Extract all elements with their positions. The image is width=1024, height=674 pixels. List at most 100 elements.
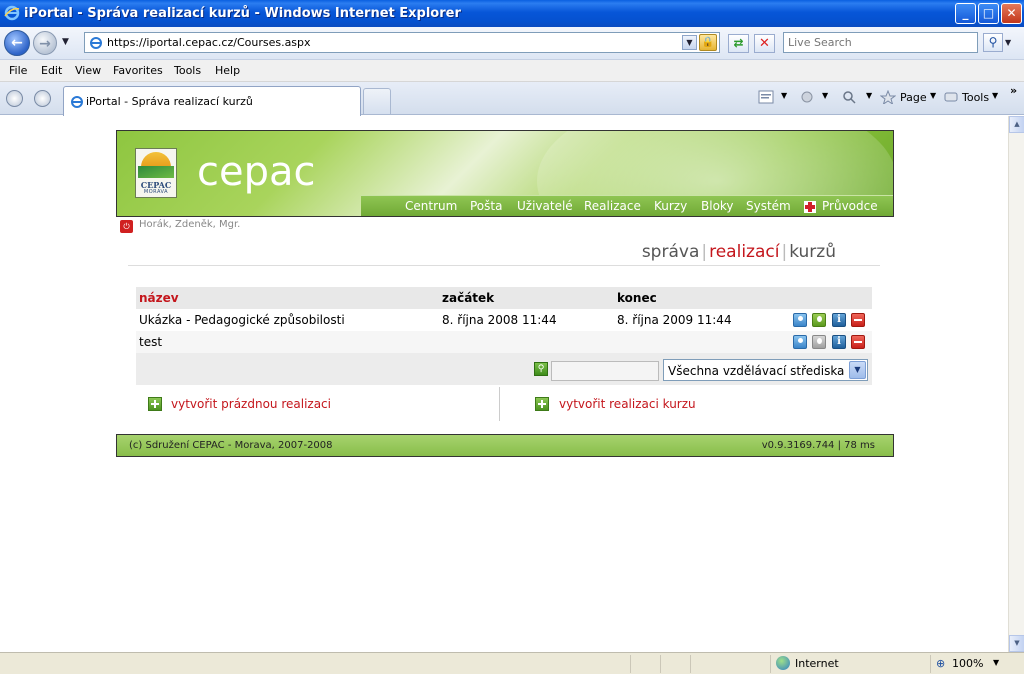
create-course-realization-link[interactable]: vytvořit realizaci kurzu [559, 397, 696, 411]
status-bar: Internet ⊕ 100% ▼ [0, 652, 1024, 674]
mail-dropdown-icon[interactable]: ▼ [822, 91, 828, 100]
refresh-icon: ⇄ [733, 36, 744, 50]
participants-icon[interactable] [793, 313, 807, 327]
page-title: správa | realizací | kurzů [642, 242, 836, 262]
history-dropdown-icon[interactable]: ▼ [62, 37, 69, 47]
column-start[interactable]: začátek [442, 291, 494, 305]
tab-active[interactable]: iPortal - Správa realizací kurzů [63, 86, 361, 116]
new-tab-button[interactable] [363, 88, 391, 114]
action-links: vytvořit prázdnou realizaci vytvořit rea… [136, 385, 872, 423]
actions-divider [499, 387, 500, 421]
page-title-part-3: kurzů [789, 242, 836, 262]
main-nav: Centrum Pošta Uživatelé Realizace Kurzy … [361, 195, 893, 216]
scroll-up-icon[interactable]: ▲ [1009, 116, 1024, 133]
menu-help[interactable]: Help [215, 64, 240, 77]
tools-dropdown-icon[interactable]: ▼ [992, 91, 998, 100]
nav-system[interactable]: Systém [746, 199, 791, 213]
menu-favorites[interactable]: Favorites [113, 64, 163, 77]
address-bar[interactable]: https://iportal.cepac.cz/Courses.aspx ▼ … [84, 32, 720, 53]
favorites-center-icon[interactable] [6, 90, 23, 107]
activate-bulb-icon[interactable] [812, 313, 826, 327]
feeds-icon[interactable] [758, 90, 774, 104]
tools-menu-icon[interactable] [943, 90, 959, 104]
status-cell [770, 655, 771, 673]
info-icon[interactable]: i [832, 335, 846, 349]
refresh-button[interactable]: ⇄ [728, 34, 749, 53]
participants-icon[interactable] [793, 335, 807, 349]
page-menu[interactable]: Page [900, 91, 927, 104]
center-select[interactable]: Všechna vzdělávací střediska ▼ [663, 359, 868, 381]
nav-uzivatele[interactable]: Uživatelé [517, 199, 573, 213]
zoom-level[interactable]: 100% [952, 657, 983, 670]
address-dropdown-icon[interactable]: ▼ [682, 35, 697, 50]
title-separator: | [701, 242, 708, 262]
maximize-button[interactable]: □ [978, 3, 999, 24]
nav-centrum[interactable]: Centrum [405, 199, 457, 213]
row-name[interactable]: test [139, 335, 162, 349]
nav-pruvodce[interactable]: Průvodce [822, 199, 878, 213]
search-button[interactable]: ⚲ [983, 33, 1003, 52]
guide-cross-icon [804, 201, 816, 213]
security-lock-icon[interactable]: 🔒 [699, 34, 717, 51]
page-menu-icon[interactable] [880, 90, 896, 104]
address-url[interactable]: https://iportal.cepac.cz/Courses.aspx [107, 36, 311, 49]
logo-field-icon [138, 166, 174, 178]
print-icon[interactable] [842, 90, 858, 104]
search-icon: ⚲ [988, 35, 998, 49]
page-viewport: CEPAC MORAVA cepac Centrum Pošta Uživate… [0, 116, 1008, 652]
column-name[interactable]: název [139, 291, 179, 305]
add-icon[interactable] [535, 397, 549, 411]
status-cell [930, 655, 931, 673]
nav-bloky[interactable]: Bloky [701, 199, 734, 213]
tools-menu[interactable]: Tools [962, 91, 989, 104]
search-box[interactable] [783, 32, 978, 53]
filter-search-icon[interactable]: ⚲ [534, 362, 548, 376]
zoom-icon[interactable]: ⊕ [936, 657, 945, 670]
more-commands-chevron[interactable]: » [1010, 84, 1017, 97]
menu-edit[interactable]: Edit [41, 64, 62, 77]
forward-button[interactable]: → [33, 31, 57, 55]
nav-realizace[interactable]: Realizace [584, 199, 641, 213]
cepac-logo[interactable]: CEPAC MORAVA [135, 148, 177, 198]
menu-file[interactable]: File [9, 64, 27, 77]
nav-posta[interactable]: Pošta [470, 199, 502, 213]
back-button[interactable]: ← [4, 30, 30, 56]
forward-arrow-icon: → [39, 36, 51, 52]
inactive-bulb-icon[interactable] [812, 335, 826, 349]
menu-bar: File Edit View Favorites Tools Help [0, 60, 1024, 82]
zoom-dropdown-icon[interactable]: ▼ [993, 658, 999, 667]
page-dropdown-icon[interactable]: ▼ [930, 91, 936, 100]
site-brand: cepac [197, 149, 316, 195]
row-end: 8. října 2009 11:44 [617, 313, 732, 327]
tab-bar: iPortal - Správa realizací kurzů ▼ ▼ ▼ P… [0, 82, 1024, 116]
create-empty-realization-link[interactable]: vytvořit prázdnou realizaci [171, 397, 331, 411]
footer-copyright: (c) Sdružení CEPAC - Morava, 2007-2008 [129, 440, 333, 451]
row-name[interactable]: Ukázka - Pedagogické způsobilosti [139, 313, 345, 327]
nav-kurzy[interactable]: Kurzy [654, 199, 687, 213]
menu-tools[interactable]: Tools [174, 64, 201, 77]
menu-view[interactable]: View [75, 64, 101, 77]
user-name-row: Horák, Zdeněk, Mgr. [120, 219, 240, 230]
minimize-button[interactable]: _ [955, 3, 976, 24]
add-favorite-icon[interactable] [34, 90, 51, 107]
security-zone[interactable]: Internet [795, 657, 839, 670]
status-cell [630, 655, 631, 673]
filter-text-input[interactable] [551, 361, 659, 381]
user-name: Horák, Zdeněk, Mgr. [139, 219, 241, 230]
info-icon[interactable]: i [832, 313, 846, 327]
vertical-scrollbar[interactable]: ▲ ▼ [1008, 116, 1024, 652]
select-dropdown-icon[interactable]: ▼ [849, 361, 866, 379]
search-options-dropdown-icon[interactable]: ▼ [1005, 33, 1017, 52]
delete-icon[interactable] [851, 313, 865, 327]
read-mail-icon[interactable] [799, 90, 815, 104]
print-dropdown-icon[interactable]: ▼ [866, 91, 872, 100]
delete-icon[interactable] [851, 335, 865, 349]
add-icon[interactable] [148, 397, 162, 411]
column-end[interactable]: konec [617, 291, 657, 305]
feeds-dropdown-icon[interactable]: ▼ [781, 91, 787, 100]
scroll-down-icon[interactable]: ▼ [1009, 635, 1024, 652]
close-button[interactable]: ✕ [1001, 3, 1022, 24]
stop-button[interactable]: ✕ [754, 34, 775, 53]
filter-bar: ⚲ Všechna vzdělávací střediska ▼ [136, 353, 872, 385]
search-input[interactable] [784, 33, 977, 52]
